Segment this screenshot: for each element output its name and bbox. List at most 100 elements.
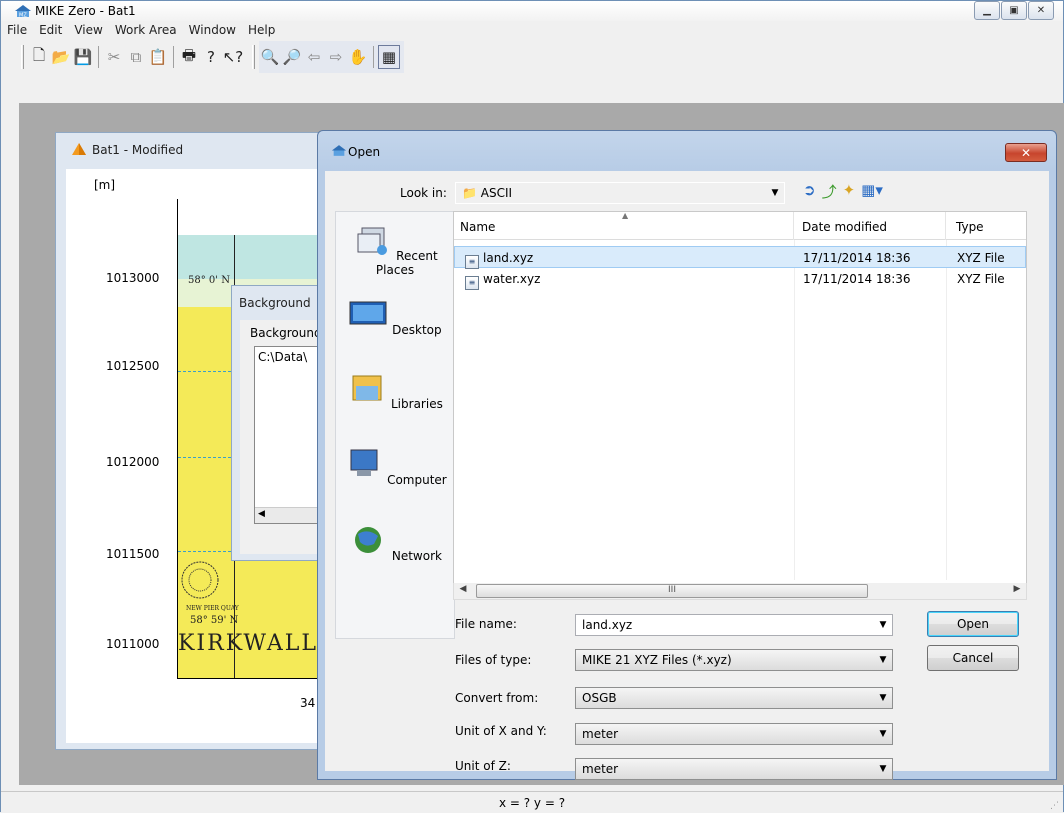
xyz-file-icon: ≡ — [465, 276, 479, 290]
unit-z-select[interactable]: meter ▼ — [575, 758, 893, 780]
chevron-down-icon: ▼ — [771, 188, 779, 198]
minimize-icon: ▁ — [983, 5, 991, 16]
view-menu-icon[interactable]: ▦▾ — [861, 181, 883, 202]
copy-button[interactable]: ⧉ — [125, 45, 147, 69]
column-header-type[interactable]: Type — [946, 212, 1026, 240]
menu-help[interactable]: Help — [242, 22, 281, 40]
zoom-in-button[interactable]: 🔍 — [259, 45, 281, 69]
column-header-name[interactable]: Name ▲ — [454, 212, 794, 240]
zoom-toolbar: 🔍 🔎 ⇦ ⇨ ✋ ▦ — [259, 41, 404, 73]
context-help-button[interactable]: ↖? — [222, 45, 244, 69]
context-help-icon: ↖? — [222, 48, 244, 66]
open-dialog-body: Look in: 📁 ASCII ▼ ➲ ⤴ ✦ ▦▾ Recent Place… — [325, 171, 1049, 780]
mike-zero-app-icon: MZ — [15, 5, 31, 18]
cursor-coordinates: x = ? y = ? — [498, 796, 566, 810]
unit-xy-label: Unit of X and Y: — [455, 724, 547, 738]
unit-z-label: Unit of Z: — [455, 759, 511, 773]
scroll-right-icon[interactable]: ▶ — [1008, 584, 1026, 594]
menu-window[interactable]: Window — [183, 22, 242, 40]
column-header-date[interactable]: Date modified — [794, 212, 946, 240]
new-folder-icon[interactable]: ✦ — [843, 181, 856, 202]
file-list[interactable]: Name ▲ Date modified Type ≡ land.xyz 17/… — [453, 211, 1027, 599]
map-label: NEW PIER QUAY — [186, 605, 239, 612]
new-file-icon: 🗋 — [32, 45, 46, 64]
column-label: Type — [956, 220, 984, 234]
zoom-out-icon: 🔎 — [282, 48, 302, 66]
toolbar-grip[interactable] — [252, 45, 255, 69]
dialog-close-button[interactable]: ✕ — [1005, 143, 1047, 162]
y-tick-label: 1012000 — [106, 455, 160, 469]
convert-from-select[interactable]: OSGB ▼ — [575, 687, 893, 709]
file-name-input[interactable]: land.xyz ▼ — [575, 614, 893, 636]
open-button[interactable]: 📂 — [50, 45, 72, 69]
scroll-left-icon[interactable]: ◀ — [454, 584, 472, 594]
cancel-button[interactable]: Cancel — [927, 645, 1019, 671]
print-button[interactable]: 🖶 — [178, 45, 200, 69]
file-list-horizontal-scrollbar[interactable]: ◀ III ▶ — [453, 583, 1027, 600]
maximize-button[interactable]: ▣ — [1001, 1, 1027, 20]
files-of-type-select[interactable]: MIKE 21 XYZ Files (*.xyz) ▼ — [575, 649, 893, 671]
app-titlebar[interactable]: MZ MIKE Zero - Bat1 ▁ ▣ ✕ — [1, 1, 1063, 21]
file-date-cell: 17/11/2014 18:36 — [803, 251, 911, 265]
computer-icon — [350, 449, 378, 476]
paste-button[interactable]: 📋 — [147, 45, 169, 69]
scroll-left-icon: ◀ — [258, 509, 265, 519]
scrollbar-thumb[interactable]: III — [476, 584, 868, 598]
menu-work-area[interactable]: Work Area — [109, 22, 183, 40]
status-bar: x = ? y = ? ⋰ — [1, 791, 1063, 813]
place-computer[interactable]: Computer — [336, 448, 454, 487]
column-label: Date modified — [802, 220, 888, 234]
toolbar-grip[interactable] — [21, 45, 24, 69]
place-network[interactable]: Network — [336, 524, 454, 563]
file-list-header: Name ▲ Date modified Type — [454, 212, 1026, 240]
save-button[interactable]: 💾 — [72, 45, 94, 69]
new-button[interactable]: 🗋 — [28, 45, 50, 69]
file-row-land[interactable]: ≡ land.xyz 17/11/2014 18:36 XYZ File — [454, 246, 1026, 269]
up-folder-icon[interactable]: ⤴ — [822, 181, 837, 202]
look-in-combo[interactable]: 📁 ASCII ▼ — [455, 182, 785, 204]
network-icon — [355, 527, 382, 553]
place-label: Network — [391, 549, 442, 563]
menu-file[interactable]: File — [1, 22, 33, 40]
copy-icon: ⧉ — [130, 48, 142, 66]
unit-z-value: meter — [582, 762, 619, 776]
open-file-button[interactable]: Open — [927, 611, 1019, 637]
scrollbar-grip: III — [668, 585, 676, 595]
grid-button[interactable]: ▦ — [378, 45, 400, 69]
files-of-type-label: Files of type: — [455, 653, 532, 667]
place-libraries[interactable]: Libraries — [336, 372, 454, 411]
paste-icon: 📋 — [148, 48, 168, 66]
back-icon[interactable]: ➲ — [803, 181, 816, 202]
files-of-type-value: MIKE 21 XYZ Files (*.xyz) — [582, 653, 732, 667]
file-name: water.xyz — [483, 272, 541, 286]
y-tick-label: 1011000 — [106, 637, 160, 651]
bat1-title: Bat1 - Modified — [92, 143, 184, 157]
y-tick-label: 1012500 — [106, 359, 160, 373]
place-label: Computer — [387, 473, 447, 487]
zoom-out-button[interactable]: 🔎 — [281, 45, 303, 69]
file-name-label: File name: — [455, 617, 517, 631]
navigation-icons: ➲ ⤴ ✦ ▦▾ — [803, 181, 883, 202]
file-type-cell: XYZ File — [957, 272, 1005, 286]
previous-view-button[interactable]: ⇦ — [303, 45, 325, 69]
background-label: Background — [250, 326, 322, 340]
place-recent-places[interactable]: Recent Places — [336, 224, 454, 277]
map-label: 58° 59' N — [190, 615, 239, 626]
chevron-down-icon[interactable]: ▼ — [874, 615, 892, 635]
help-button[interactable]: ? — [200, 45, 222, 69]
cut-button[interactable]: ✂ — [103, 45, 125, 69]
background-list-item[interactable]: C:\Data\ — [258, 350, 307, 364]
menu-view[interactable]: View — [68, 22, 108, 40]
unit-xy-select[interactable]: meter ▼ — [575, 723, 893, 745]
map-label: KIRKWALL — [178, 631, 318, 656]
pan-button[interactable]: ✋ — [347, 45, 369, 69]
place-desktop[interactable]: Desktop — [336, 298, 454, 337]
minimize-button[interactable]: ▁ — [974, 1, 1000, 20]
file-row-water[interactable]: ≡ water.xyz 17/11/2014 18:36 XYZ File — [454, 268, 1026, 290]
close-window-button[interactable]: ✕ — [1028, 1, 1054, 20]
next-view-button[interactable]: ⇨ — [325, 45, 347, 69]
resize-grip-icon[interactable]: ⋰ — [1050, 801, 1059, 811]
main-toolbar: 🗋 📂 💾 ✂ ⧉ 📋 🖶 ? ↖? 🔍 🔎 ⇦ ⇨ ✋ ▦ — [19, 41, 404, 73]
menu-edit[interactable]: Edit — [33, 22, 68, 40]
compass-rose-icon — [181, 561, 219, 599]
